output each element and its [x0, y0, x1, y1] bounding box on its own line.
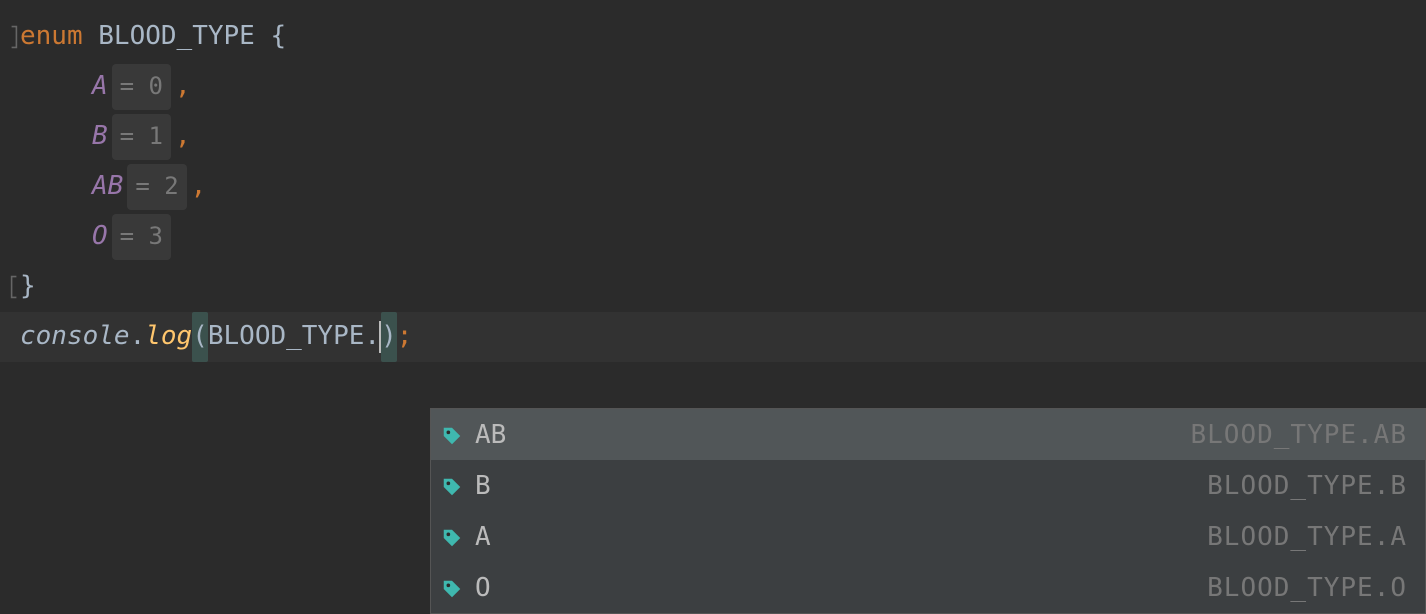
enum-member: AB [92, 162, 123, 211]
autocomplete-label: O [475, 573, 491, 603]
code-line[interactable]: O = 3 [0, 212, 1426, 262]
code-line[interactable]: AB = 2 , [0, 162, 1426, 212]
inlay-hint: = 3 [112, 214, 171, 260]
tag-icon [441, 577, 463, 599]
tag-icon [441, 526, 463, 548]
arg-identifier: BLOOD_TYPE [208, 312, 365, 361]
autocomplete-item[interactable]: O BLOOD_TYPE.O [431, 562, 1425, 613]
code-editor[interactable]: enum BLOOD_TYPE { A = 0 , B = 1 , AB = 2… [0, 0, 1426, 362]
inlay-hint: = 0 [112, 64, 171, 110]
enum-identifier: BLOOD_TYPE [98, 12, 255, 61]
comma: , [175, 112, 191, 161]
comma: , [191, 162, 207, 211]
autocomplete-label: A [475, 522, 491, 552]
dot: . [364, 312, 380, 361]
dot: . [130, 312, 146, 361]
gutter-fold-icon [10, 272, 18, 302]
code-line[interactable]: B = 1 , [0, 112, 1426, 162]
open-brace: { [270, 12, 286, 61]
keyword-enum: enum [20, 12, 83, 61]
code-line-current[interactable]: console . log ( BLOOD_TYPE . ) ; [0, 312, 1426, 362]
enum-member: B [92, 112, 108, 161]
autocomplete-label: AB [475, 420, 506, 450]
comma: , [175, 62, 191, 111]
autocomplete-type: BLOOD_TYPE.O [1207, 573, 1407, 603]
enum-member: A [92, 62, 108, 111]
tag-icon [441, 475, 463, 497]
code-line[interactable]: } [0, 262, 1426, 312]
method-log: log [145, 312, 192, 361]
code-line[interactable]: enum BLOOD_TYPE { [0, 12, 1426, 62]
semicolon: ; [397, 312, 413, 361]
tag-icon [441, 424, 463, 446]
close-brace: } [20, 262, 36, 311]
enum-member: O [92, 212, 108, 261]
autocomplete-type: BLOOD_TYPE.AB [1191, 420, 1408, 450]
autocomplete-item[interactable]: AB BLOOD_TYPE.AB [431, 409, 1425, 460]
code-line[interactable]: A = 0 , [0, 62, 1426, 112]
autocomplete-item[interactable]: A BLOOD_TYPE.A [431, 511, 1425, 562]
inlay-hint: = 2 [127, 164, 186, 210]
gutter-fold-icon [10, 22, 18, 52]
autocomplete-type: BLOOD_TYPE.A [1207, 522, 1407, 552]
autocomplete-type: BLOOD_TYPE.B [1207, 471, 1407, 501]
open-paren: ( [192, 312, 208, 361]
inlay-hint: = 1 [112, 114, 171, 160]
autocomplete-popup[interactable]: AB BLOOD_TYPE.AB B BLOOD_TYPE.B A BLOOD_… [430, 408, 1426, 614]
close-paren: ) [381, 312, 397, 361]
autocomplete-item[interactable]: B BLOOD_TYPE.B [431, 460, 1425, 511]
ident-console: console [20, 312, 130, 361]
autocomplete-label: B [475, 471, 491, 501]
